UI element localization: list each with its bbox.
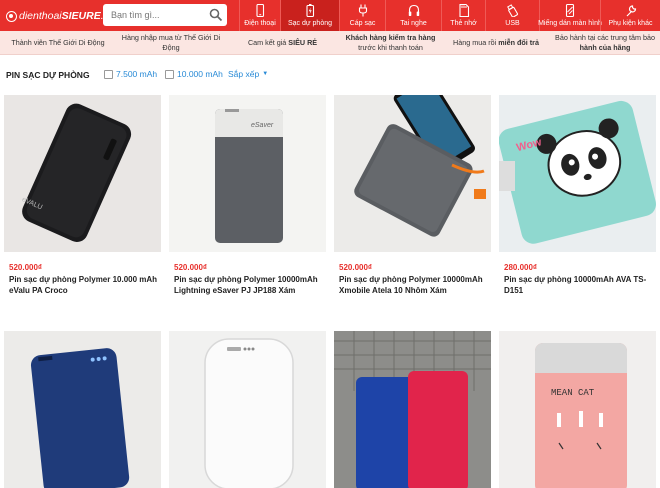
nav-label: Phụ kiện khác — [608, 20, 653, 27]
commitment-return: Hàng mua rồi miễn đổi trả — [442, 31, 550, 55]
filter-bar: PIN SẠC DỰ PHÒNG 7.500 mAh 10.000 mAh Sắ… — [0, 62, 660, 86]
product-image[interactable] — [4, 331, 161, 488]
filter-label: 10.000 mAh — [177, 69, 223, 79]
nav-label: Thẻ nhớ — [450, 20, 477, 27]
commitment-bar: Thành viên Thế Giới Di Động Hàng nhập mu… — [0, 31, 660, 55]
filter-10000[interactable]: 10.000 mAh — [165, 69, 223, 79]
nav-cable[interactable]: Cáp sạc — [339, 0, 385, 31]
search-input[interactable] — [103, 4, 203, 26]
site-logo[interactable]: dienthoaiSIEURE.... — [6, 9, 112, 23]
commitment-text: Thành viên Thế Giới Di Động — [11, 38, 105, 47]
nav-label: USB — [505, 20, 520, 27]
brand-mark: MEAN CAT — [551, 388, 595, 398]
screen-protector-icon — [565, 4, 575, 17]
logo-prefix: dienthoai — [19, 10, 62, 22]
nav-label: Miếng dán màn hình — [538, 20, 602, 27]
product-card[interactable] — [334, 331, 491, 488]
product-card[interactable]: MEAN CAT — [499, 331, 656, 488]
product-name[interactable]: Pin sạc dự phòng Polymer 10.000 mAh eVal… — [9, 274, 159, 296]
checkbox-icon[interactable] — [104, 69, 113, 79]
nav-label: Sạc dự phòng — [288, 20, 332, 27]
product-price: 520.000₫ — [9, 263, 43, 272]
nav-label: Tai nghe — [400, 20, 427, 27]
product-price: 280.000₫ — [504, 263, 538, 272]
product-name[interactable]: Pin sạc dự phòng 10000mAh AVA TS-D151 — [504, 274, 654, 296]
commitment-text: Cam kết giá SIÊU RẺ — [247, 38, 318, 47]
search-icon[interactable] — [209, 8, 223, 22]
nav-memory-card[interactable]: Thẻ nhớ — [441, 0, 485, 31]
product-image[interactable] — [334, 331, 491, 488]
product-name[interactable]: Pin sạc dự phòng Polymer 10000mAh Lightn… — [174, 274, 324, 296]
nav-usb[interactable]: USB — [485, 0, 539, 31]
product-image[interactable]: eSaver — [169, 95, 326, 252]
product-image[interactable] — [334, 95, 491, 252]
product-name[interactable]: Pin sạc dự phòng Polymer 10000mAh Xmobil… — [339, 274, 489, 296]
sort-dropdown[interactable]: Sắp xếp ▼ — [228, 69, 268, 79]
product-card[interactable]: Wow 280.000₫ Pin sạc dự phòng 10000mAh A… — [499, 95, 656, 305]
nav-headphone[interactable]: Tai nghe — [385, 0, 441, 31]
phone-icon — [256, 4, 265, 17]
product-image[interactable]: MEAN CAT — [499, 331, 656, 488]
nav-label: Điện thoại — [244, 20, 276, 27]
memory-card-icon — [458, 4, 469, 17]
product-image[interactable]: Wow — [499, 95, 656, 252]
product-price: 520.000₫ — [174, 263, 208, 272]
filter-label: 7.500 mAh — [116, 69, 158, 79]
product-card[interactable]: 520.000₫ Pin sạc dự phòng Polymer 10000m… — [334, 95, 491, 305]
commitment-member: Thành viên Thế Giới Di Động — [0, 31, 116, 55]
product-card[interactable]: eVALU 520.000₫ Pin sạc dự phòng Polymer … — [4, 95, 161, 305]
commitment-text: Khách hàng kiểm tra hàng trước khi thanh … — [345, 33, 436, 52]
commitment-text: Hàng nhập mua từ Thế Giới Di Động — [121, 33, 221, 52]
product-image[interactable]: eVALU — [4, 95, 161, 252]
checkbox-icon[interactable] — [165, 69, 174, 79]
commitment-warranty: Bảo hành tại các trung tâm bảo hành của h… — [550, 31, 660, 55]
product-card[interactable] — [4, 331, 161, 488]
nav-label: Cáp sạc — [349, 20, 376, 27]
top-header: dienthoaiSIEURE.... Điện thoại Sạc dự ph… — [0, 0, 660, 31]
commitment-import: Hàng nhập mua từ Thế Giới Di Động — [116, 31, 226, 55]
nav-powerbank[interactable]: Sạc dự phòng — [280, 0, 339, 31]
page-title: PIN SẠC DỰ PHÒNG — [6, 70, 90, 80]
caret-down-icon: ▼ — [262, 71, 269, 77]
brand-mark: eSaver — [251, 122, 274, 129]
commitment-inspect: Khách hàng kiểm tra hàng trước khi thanh … — [339, 31, 442, 55]
nav-screen-protector[interactable]: Miếng dán màn hình — [538, 0, 602, 31]
logo-bold: SIEURE — [61, 10, 101, 22]
product-image[interactable] — [169, 331, 326, 488]
commitment-text: Bảo hành tại các trung tâm bảo hành của h… — [555, 33, 655, 52]
product-card[interactable]: eSaver 520.000₫ Pin sạc dự phòng Polymer… — [169, 95, 326, 305]
nav-phone[interactable]: Điện thoại — [239, 0, 280, 31]
headphone-icon — [408, 4, 419, 16]
product-price: 520.000₫ — [339, 263, 373, 272]
commitment-price: Cam kết giá SIÊU RẺ — [226, 31, 339, 55]
usb-icon — [506, 4, 518, 17]
search-box — [103, 4, 227, 26]
nav-accessory[interactable]: Phụ kiện khác — [600, 0, 660, 31]
sort-label: Sắp xếp — [228, 69, 260, 79]
battery-icon — [306, 4, 315, 17]
accessory-icon — [626, 5, 636, 17]
filter-7500[interactable]: 7.500 mAh — [104, 69, 157, 79]
commitment-text: Hàng mua rồi miễn đổi trả — [453, 38, 539, 47]
product-card[interactable] — [169, 331, 326, 488]
logo-mark-icon — [6, 10, 17, 22]
cable-icon — [358, 4, 367, 17]
